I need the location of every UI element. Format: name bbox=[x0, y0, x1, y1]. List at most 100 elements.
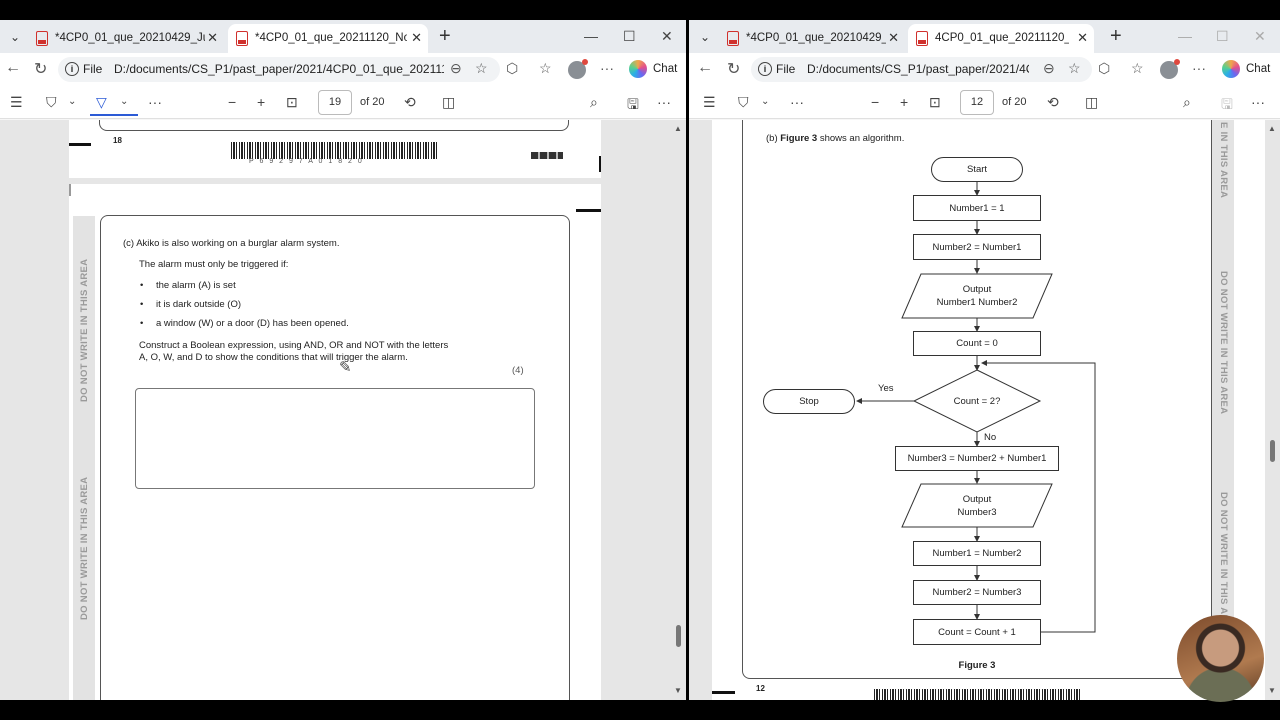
close-icon[interactable]: ✕ bbox=[1077, 30, 1088, 46]
pdf-icon bbox=[36, 31, 48, 46]
profile-avatar[interactable] bbox=[1160, 59, 1180, 79]
extensions-icon[interactable]: ⬡ bbox=[1098, 60, 1110, 77]
page-number-input[interactable]: 12 bbox=[960, 90, 994, 115]
close-icon[interactable]: ✕ bbox=[888, 30, 899, 46]
tab-nov-pdf[interactable]: 4CP0_01_que_20211120_Nov.p ✕ bbox=[908, 24, 1094, 53]
zoom-in-icon[interactable]: + bbox=[257, 94, 265, 110]
zoom-out-icon[interactable]: − bbox=[228, 94, 236, 110]
highlight-icon[interactable]: ⛉ bbox=[46, 94, 57, 111]
fit-page-icon[interactable]: ⊡ bbox=[286, 94, 298, 111]
more-menu-icon[interactable]: ··· bbox=[657, 94, 671, 110]
minimize-icon[interactable]: — bbox=[584, 28, 598, 44]
favorites-icon[interactable]: ☆ bbox=[1131, 60, 1144, 77]
back-icon[interactable]: ← bbox=[5, 59, 21, 77]
bullet-item: it is dark outside (O) bbox=[156, 299, 241, 310]
new-tab-icon[interactable]: + bbox=[1110, 26, 1122, 46]
page-number: 18 bbox=[113, 136, 122, 145]
scroll-thumb[interactable] bbox=[1270, 440, 1275, 462]
flowchart-process: Number3 = Number2 + Number1 bbox=[895, 446, 1059, 471]
flowchart-process: Count = Count + 1 bbox=[913, 619, 1041, 645]
page-view-icon[interactable]: ◫ bbox=[1085, 94, 1098, 111]
scroll-down-icon[interactable]: ▼ bbox=[674, 686, 682, 695]
address-bar: ← ↻ i File D:/documents/CS_P1/past_paper… bbox=[0, 53, 686, 86]
file-label: File bbox=[83, 62, 103, 76]
maximize-icon[interactable]: ☐ bbox=[623, 28, 636, 45]
scroll-up-icon[interactable]: ▲ bbox=[1268, 124, 1276, 133]
pdf-viewport[interactable]: 18 P 6 9 2 9 7 A 0 1 8 2 0 DO NOT WRITE … bbox=[0, 120, 686, 700]
chevron-down-icon[interactable]: ⌄ bbox=[761, 96, 769, 107]
zoom-icon[interactable]: ⊖ bbox=[450, 60, 462, 77]
rotate-icon[interactable]: ⟲ bbox=[404, 94, 416, 111]
more-tools-icon[interactable]: ··· bbox=[790, 94, 804, 110]
no-label: No bbox=[984, 432, 997, 443]
tab-actions-chevron-icon[interactable]: ⌄ bbox=[4, 26, 26, 48]
window-close-icon[interactable]: ✕ bbox=[661, 28, 673, 45]
contents-icon[interactable]: ☰ bbox=[10, 94, 23, 111]
margin-warning: E IN THIS AREA bbox=[1218, 122, 1229, 199]
chevron-down-icon[interactable]: ⌄ bbox=[68, 96, 76, 107]
new-tab-icon[interactable]: + bbox=[439, 26, 451, 46]
more-menu-icon[interactable]: ··· bbox=[600, 60, 614, 76]
bullet-dot: • bbox=[140, 318, 144, 329]
scroll-thumb[interactable] bbox=[676, 625, 681, 647]
more-menu-icon[interactable]: ··· bbox=[1192, 60, 1206, 76]
url-text: D:/documents/CS_P1/past_paper/2021/4CP..… bbox=[807, 62, 1029, 76]
favorites-icon[interactable]: ☆ bbox=[539, 60, 552, 77]
output-parallelogram bbox=[901, 273, 1053, 319]
save-icon[interactable]: 🖫 bbox=[627, 94, 639, 118]
contents-icon[interactable]: ☰ bbox=[703, 94, 716, 111]
zoom-out-icon[interactable]: − bbox=[871, 94, 879, 110]
right-browser-window: ⌄ *4CP0_01_que_20210429_June.p ✕ 4CP0_01… bbox=[689, 20, 1280, 700]
copilot-chat-button[interactable]: Chat bbox=[629, 60, 679, 80]
instruction-line: A, O, W, and D to show the conditions th… bbox=[139, 352, 408, 363]
answer-box[interactable] bbox=[135, 388, 535, 489]
pdf-icon bbox=[916, 31, 928, 46]
vertical-scrollbar[interactable]: ▲ ▼ bbox=[673, 120, 683, 700]
tab-bar: ⌄ *4CP0_01_que_20210429_June.p ✕ 4CP0_01… bbox=[689, 20, 1280, 53]
flowchart-process: Number1 = Number2 bbox=[913, 541, 1041, 566]
fit-page-icon[interactable]: ⊡ bbox=[929, 94, 941, 111]
info-icon[interactable]: i bbox=[65, 62, 79, 76]
highlight-icon[interactable]: ⛉ bbox=[738, 94, 749, 111]
refresh-icon[interactable]: ↻ bbox=[727, 59, 740, 79]
maximize-icon[interactable]: ☐ bbox=[1216, 28, 1229, 45]
scroll-up-icon[interactable]: ▲ bbox=[674, 124, 682, 133]
file-label: File bbox=[776, 62, 796, 76]
tab-nov-pdf[interactable]: *4CP0_01_que_20211120_Nov.pdf ✕ bbox=[228, 24, 428, 53]
search-icon[interactable]: ⌕ bbox=[1183, 94, 1191, 111]
tab-june-pdf[interactable]: *4CP0_01_que_20210429_June.p ✕ bbox=[719, 24, 905, 53]
search-icon[interactable]: ⌕ bbox=[590, 94, 598, 111]
flowchart-process: Number1 = 1 bbox=[913, 195, 1041, 221]
more-tools-icon[interactable]: ··· bbox=[148, 94, 162, 110]
tab-actions-chevron-icon[interactable]: ⌄ bbox=[694, 26, 716, 48]
zoom-in-icon[interactable]: + bbox=[900, 94, 908, 110]
window-close-icon[interactable]: ✕ bbox=[1254, 28, 1266, 45]
save-icon[interactable]: 🖫 bbox=[1221, 94, 1233, 118]
refresh-icon[interactable]: ↻ bbox=[34, 59, 47, 79]
tab-june-pdf[interactable]: *4CP0_01_que_20210429_June.pdf ✕ bbox=[28, 24, 224, 53]
flowchart-process: Number2 = Number3 bbox=[913, 580, 1041, 605]
close-icon[interactable]: ✕ bbox=[411, 30, 422, 46]
tab-bar: ⌄ *4CP0_01_que_20210429_June.pdf ✕ *4CP0… bbox=[0, 20, 686, 53]
rotate-icon[interactable]: ⟲ bbox=[1047, 94, 1059, 111]
back-icon[interactable]: ← bbox=[697, 59, 713, 77]
info-icon[interactable]: i bbox=[758, 62, 772, 76]
favorite-star-icon[interactable]: ☆ bbox=[475, 60, 488, 77]
more-menu-icon[interactable]: ··· bbox=[1251, 94, 1265, 110]
copilot-chat-button[interactable]: Chat bbox=[1222, 60, 1274, 80]
url-field[interactable]: i File D:/documents/CS_P1/past_paper/202… bbox=[58, 57, 500, 82]
minimize-icon[interactable]: — bbox=[1178, 28, 1192, 44]
vertical-scrollbar[interactable]: ▲ ▼ bbox=[1267, 120, 1277, 700]
page-view-icon[interactable]: ◫ bbox=[442, 94, 455, 111]
favorite-star-icon[interactable]: ☆ bbox=[1068, 60, 1081, 77]
extensions-icon[interactable]: ⬡ bbox=[506, 60, 518, 77]
profile-avatar[interactable] bbox=[568, 59, 588, 79]
scroll-down-icon[interactable]: ▼ bbox=[1268, 686, 1276, 695]
draw-icon[interactable]: ▽ bbox=[96, 94, 107, 111]
page-number-input[interactable]: 19 bbox=[318, 90, 352, 115]
chevron-down-icon[interactable]: ⌄ bbox=[120, 96, 128, 107]
url-field[interactable]: i File D:/documents/CS_P1/past_paper/202… bbox=[751, 57, 1092, 82]
close-icon[interactable]: ✕ bbox=[207, 30, 218, 46]
pdf-viewport[interactable]: E IN THIS AREA DO NOT WRITE IN THIS AREA… bbox=[689, 120, 1280, 700]
zoom-icon[interactable]: ⊖ bbox=[1043, 60, 1055, 77]
